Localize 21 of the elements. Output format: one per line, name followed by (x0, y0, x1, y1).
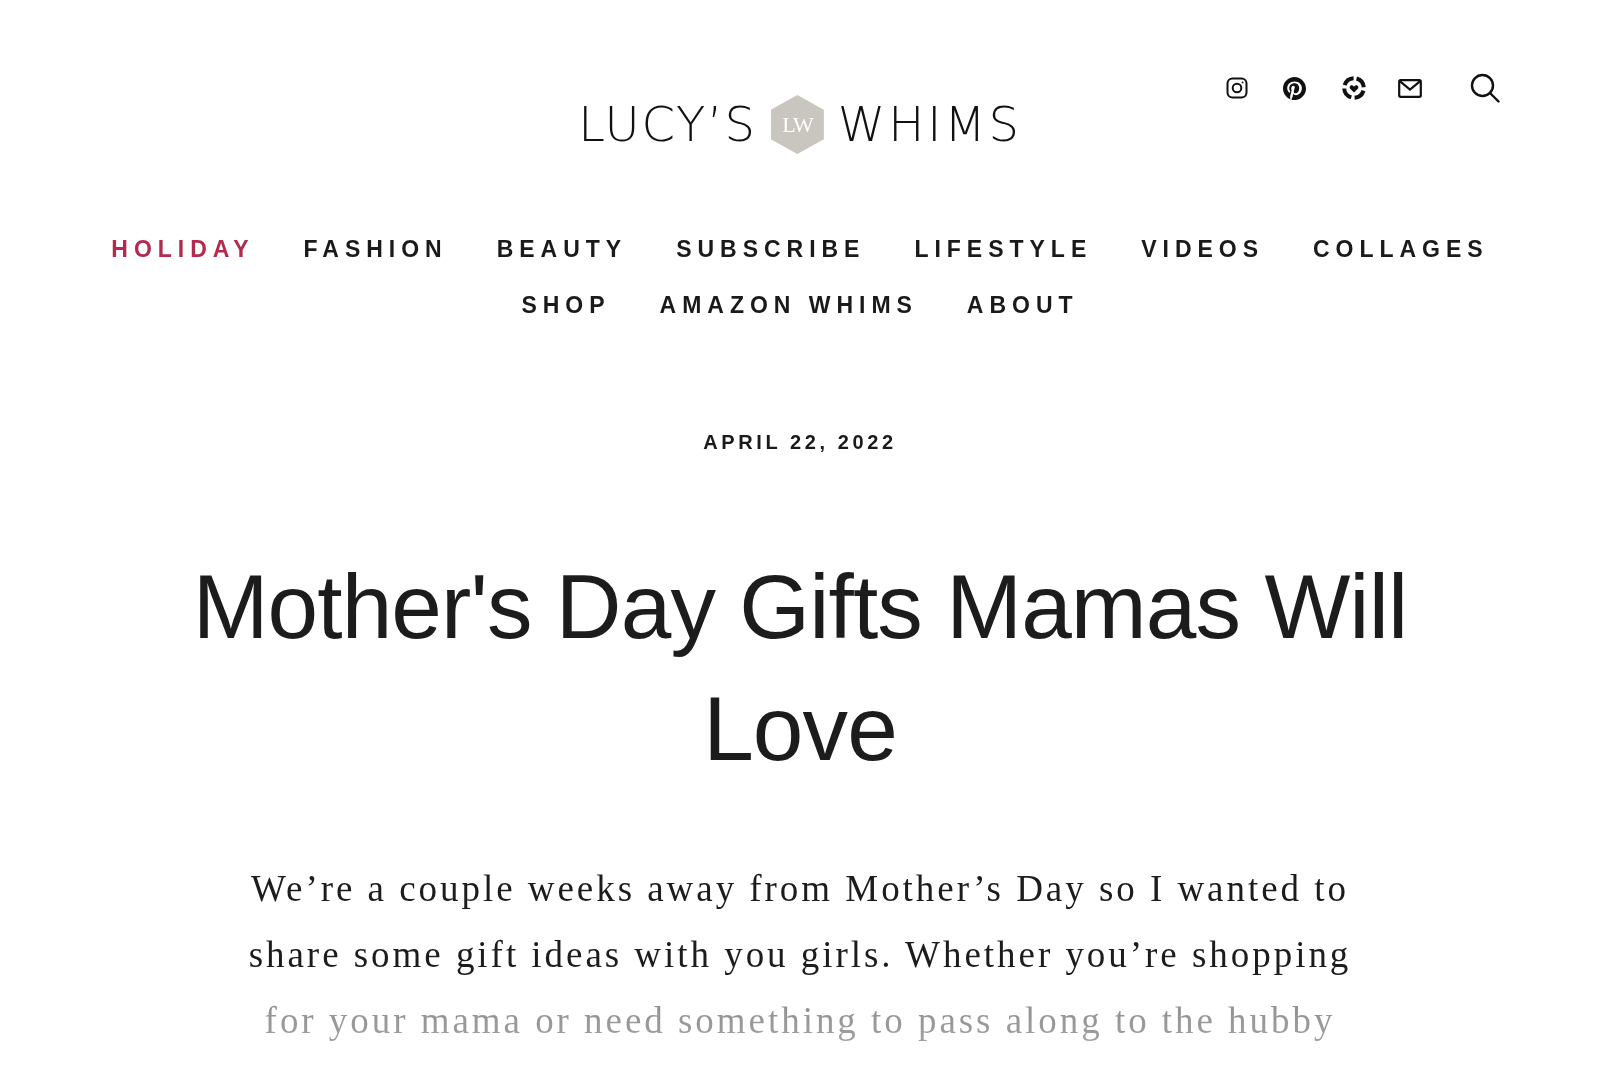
instagram-icon[interactable] (1226, 77, 1248, 99)
nav-link[interactable]: COLLAGES (1313, 234, 1489, 264)
mail-icon[interactable] (1398, 78, 1422, 98)
logo-wordmark: LUCY’S (578, 95, 757, 154)
nav-link[interactable]: VIDEOS (1141, 234, 1264, 264)
heart-ring-icon[interactable] (1342, 76, 1366, 100)
logo-monogram: LW (770, 95, 824, 154)
nav-link[interactable]: ABOUT (966, 290, 1079, 320)
nav-link[interactable]: HOLIDAY (111, 234, 255, 264)
nav-link[interactable]: LIFESTYLE (914, 234, 1093, 264)
post-title: Mother's Day Gifts Mamas Will Love (191, 555, 1409, 781)
post-date: APRIL 22, 2022 (703, 430, 897, 455)
nav-link[interactable]: FASHION (303, 234, 448, 264)
logo-wordmark: WHIMS (837, 95, 1022, 154)
search-icon[interactable] (1470, 73, 1500, 103)
nav-link[interactable]: SUBSCRIBE (676, 234, 866, 264)
site-logo[interactable]: LUCY’S LW WHIMS (578, 95, 1022, 154)
nav-link[interactable]: BEAUTY (496, 234, 628, 264)
nav-link[interactable]: AMAZON WHIMS (659, 290, 918, 320)
nav-link[interactable]: SHOP (521, 290, 611, 320)
pinterest-icon[interactable] (1283, 76, 1306, 100)
